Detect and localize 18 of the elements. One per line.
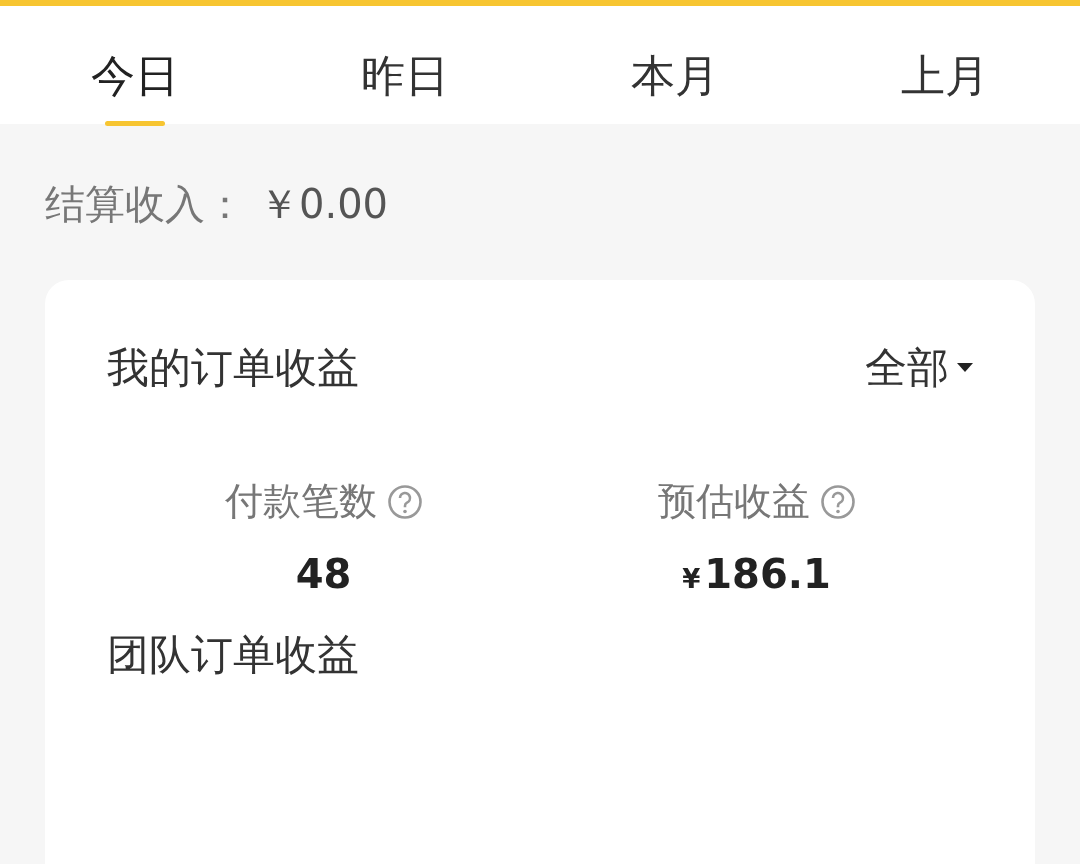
active-tab-indicator xyxy=(105,121,165,126)
settlement-label: 结算收入： xyxy=(45,179,245,229)
stat-value: 186.1 xyxy=(704,551,831,597)
date-tab[interactable]: 今日 xyxy=(91,47,179,106)
section-title: 团队订单收益 xyxy=(107,629,359,681)
date-tab[interactable]: 本月 xyxy=(631,47,719,106)
help-icon[interactable] xyxy=(386,483,423,520)
section-title: 我的订单收益 xyxy=(107,342,359,394)
help-icon[interactable] xyxy=(819,483,856,520)
filter-dropdown[interactable]: 全部 xyxy=(865,340,973,396)
stat-label: 预估收益 xyxy=(657,478,810,525)
settlement-amount: ￥0.00 xyxy=(259,179,389,229)
stat-label: 付款笔数 xyxy=(224,478,377,525)
stat-value: 48 xyxy=(295,551,352,597)
date-tab[interactable]: 昨日 xyxy=(361,47,449,106)
currency-symbol: ¥ xyxy=(682,564,701,594)
date-tab[interactable]: 上月 xyxy=(901,47,989,106)
caret-icon xyxy=(957,363,973,373)
